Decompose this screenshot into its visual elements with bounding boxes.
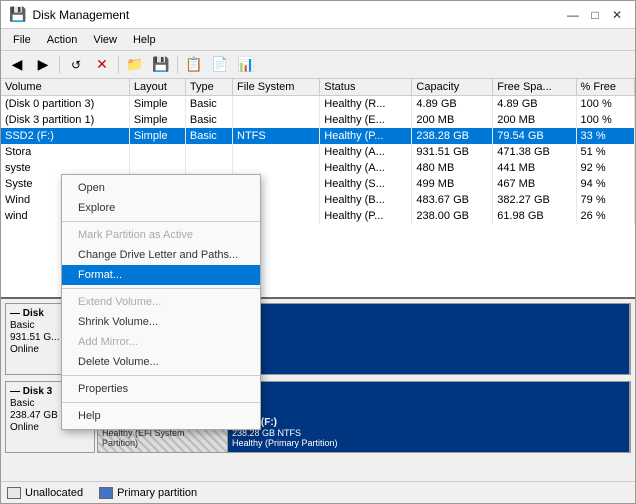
toolbar: ◀ ▶ ↺ ✕ 📁 💾 📋 📄 📊 (1, 51, 635, 79)
toolbar-btn4[interactable]: 💾 (149, 54, 173, 76)
close-button[interactable]: ✕ (607, 5, 627, 25)
status-bar: Unallocated Primary partition (1, 481, 635, 503)
toolbar-forward[interactable]: ▶ (31, 54, 55, 76)
ctx-sep1 (62, 221, 260, 222)
ctx-open[interactable]: Open (62, 178, 260, 198)
title-bar-left: 💾 Disk Management (9, 6, 129, 23)
ctx-format[interactable]: Format... (62, 265, 260, 285)
legend-unallocated-label: Unallocated (25, 487, 83, 499)
toolbar-refresh[interactable]: ↺ (64, 54, 88, 76)
toolbar-btn7[interactable]: 📊 (234, 54, 258, 76)
ctx-extend: Extend Volume... (62, 292, 260, 312)
menu-view[interactable]: View (85, 32, 125, 48)
menu-help[interactable]: Help (125, 32, 164, 48)
ctx-sep3 (62, 375, 260, 376)
toolbar-btn3[interactable]: 📁 (123, 54, 147, 76)
menu-action[interactable]: Action (39, 32, 86, 48)
ctx-properties[interactable]: Properties (62, 379, 260, 399)
ctx-change-drive-letter[interactable]: Change Drive Letter and Paths... (62, 245, 260, 265)
legend-primary-box (99, 487, 113, 499)
toolbar-btn6[interactable]: 📄 (208, 54, 232, 76)
toolbar-cancel[interactable]: ✕ (90, 54, 114, 76)
main-content: Volume Layout Type File System Status Ca… (1, 79, 635, 481)
legend-primary-label: Primary partition (117, 487, 197, 499)
ctx-mark-active: Mark Partition as Active (62, 225, 260, 245)
main-window: 💾 Disk Management — □ ✕ File Action View… (0, 0, 636, 504)
window-icon: 💾 (9, 6, 26, 23)
title-bar-controls: — □ ✕ (563, 5, 627, 25)
toolbar-btn5[interactable]: 📋 (182, 54, 206, 76)
minimize-button[interactable]: — (563, 5, 583, 25)
ctx-delete[interactable]: Delete Volume... (62, 352, 260, 372)
maximize-button[interactable]: □ (585, 5, 605, 25)
window-title: Disk Management (32, 8, 129, 22)
legend-unallocated-box (7, 487, 21, 499)
ctx-explore[interactable]: Explore (62, 198, 260, 218)
toolbar-sep2 (118, 56, 119, 74)
ctx-shrink[interactable]: Shrink Volume... (62, 312, 260, 332)
ctx-sep2 (62, 288, 260, 289)
toolbar-sep3 (177, 56, 178, 74)
legend-primary: Primary partition (99, 487, 197, 499)
ctx-sep4 (62, 402, 260, 403)
context-menu: Open Explore Mark Partition as Active Ch… (61, 174, 261, 430)
ctx-help[interactable]: Help (62, 406, 260, 426)
toolbar-sep1 (59, 56, 60, 74)
legend-unallocated: Unallocated (7, 487, 83, 499)
toolbar-back[interactable]: ◀ (5, 54, 29, 76)
title-bar: 💾 Disk Management — □ ✕ (1, 1, 635, 29)
context-menu-overlay: Open Explore Mark Partition as Active Ch… (1, 79, 635, 481)
menu-file[interactable]: File (5, 32, 39, 48)
menu-bar: File Action View Help (1, 29, 635, 51)
ctx-add-mirror: Add Mirror... (62, 332, 260, 352)
